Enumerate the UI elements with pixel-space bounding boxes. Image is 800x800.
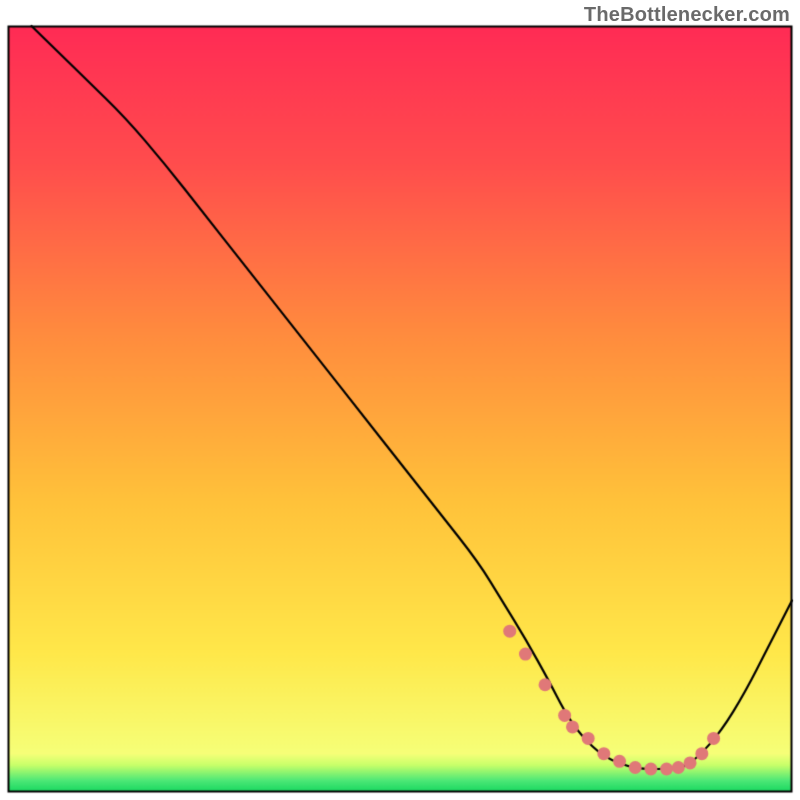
watermark-text: TheBottlenecker.com (584, 4, 790, 27)
bottleneck-chart (0, 0, 800, 800)
